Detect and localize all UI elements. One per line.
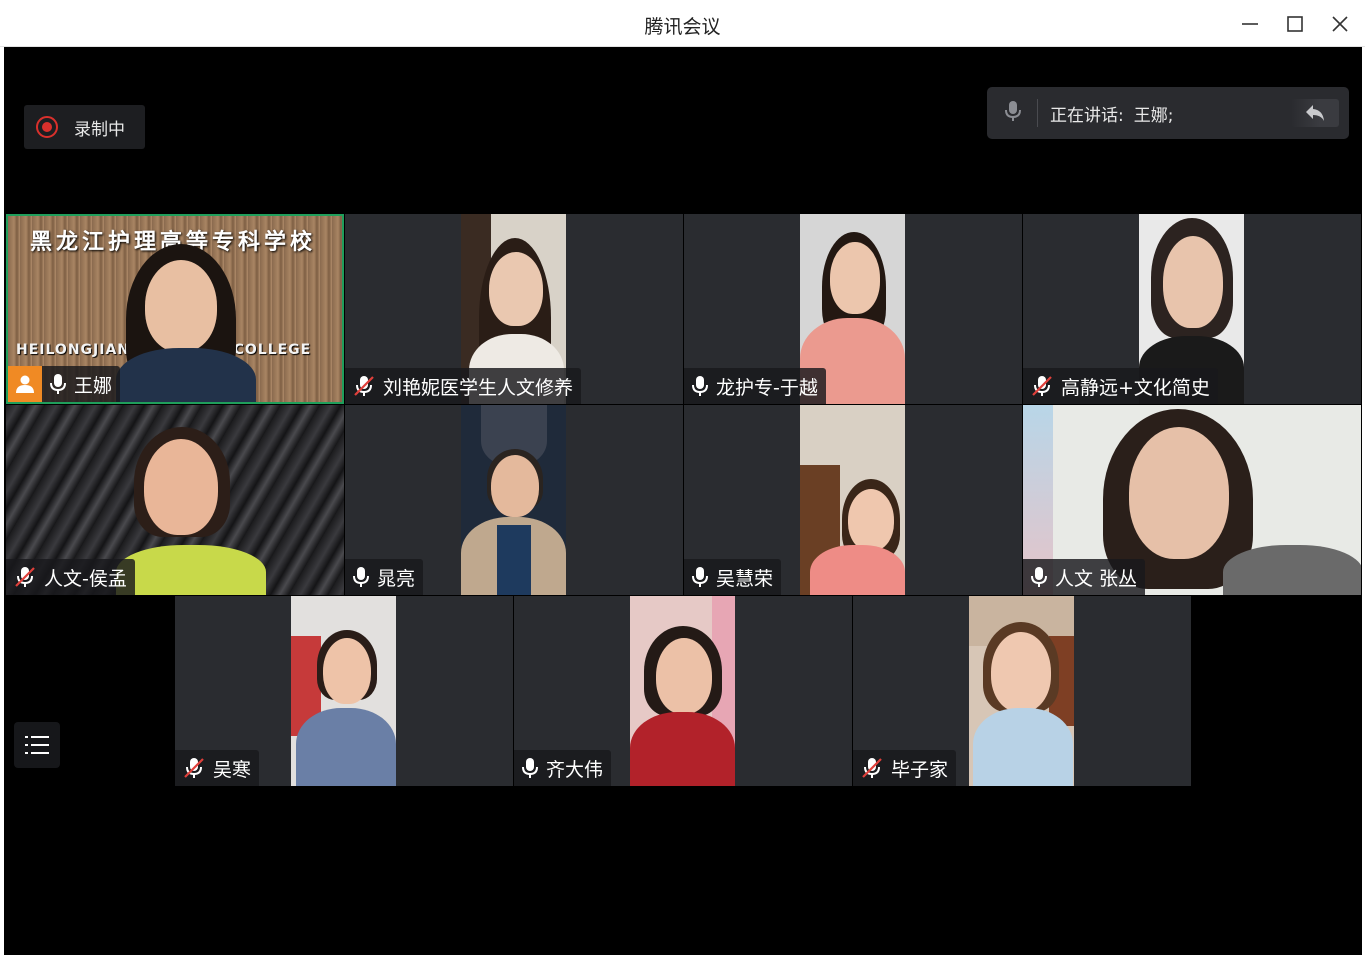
participant-name: 龙护专-于越 <box>716 376 818 399</box>
participant-name: 人文 张丛 <box>1055 567 1138 590</box>
participant-name: 王娜 <box>74 374 113 397</box>
participant-name: 吴寒 <box>213 758 252 781</box>
video-tile[interactable]: 晁亮 <box>345 405 683 595</box>
participant-video <box>800 405 905 595</box>
title-bar: 腾讯会议 <box>0 0 1365 47</box>
participant-list-button[interactable] <box>14 722 60 768</box>
video-tile[interactable]: 黑龙江护理高等专科学校 HEILONGJIANG NURSING COLLEGE… <box>6 214 344 404</box>
participant-name-tag: 齐大伟 <box>514 750 612 786</box>
recording-label: 录制中 <box>74 119 125 140</box>
return-button[interactable] <box>1291 99 1339 127</box>
maximize-icon <box>1287 16 1303 32</box>
participant-name: 吴慧荣 <box>716 567 774 590</box>
participant-name-tag: 龙护专-于越 <box>684 368 826 404</box>
recording-indicator[interactable]: 录制中 <box>24 105 145 149</box>
video-tile[interactable]: 人文-侯孟 <box>6 405 344 595</box>
speaking-text: 正在讲话: 王娜; <box>1050 101 1173 126</box>
close-button[interactable] <box>1325 10 1355 38</box>
video-tile[interactable]: 高静远+文化简史 <box>1023 214 1361 404</box>
speaking-names: 王娜; <box>1133 105 1174 126</box>
minimize-button[interactable] <box>1235 10 1265 38</box>
return-icon <box>1306 105 1324 121</box>
record-icon <box>36 116 58 138</box>
participant-name-tag: 毕子家 <box>853 750 957 786</box>
microphone-muted-icon <box>14 566 36 588</box>
participant-name-tag: 人文 张丛 <box>1023 559 1146 595</box>
meeting-stage: 录制中 正在讲话: 王娜; 黑龙江护理高等专科学校 HEILONGJIANG NU… <box>4 47 1362 955</box>
participant-name-tag: 人文-侯孟 <box>6 559 135 595</box>
microphone-icon <box>692 375 708 397</box>
close-icon <box>1332 16 1348 32</box>
microphone-muted-icon <box>183 757 205 779</box>
microphone-icon <box>353 566 369 588</box>
microphone-muted-icon <box>861 757 883 779</box>
microphone-icon <box>692 566 708 588</box>
video-tile[interactable]: 龙护专-于越 <box>684 214 1022 404</box>
participant-name-tag: 晁亮 <box>345 559 424 595</box>
video-tile[interactable]: 吴寒 <box>175 596 513 786</box>
participant-name: 齐大伟 <box>546 758 604 781</box>
participant-list-icon <box>25 736 49 754</box>
host-icon <box>8 366 42 402</box>
participant-video <box>291 596 396 786</box>
participant-name: 人文-侯孟 <box>44 567 127 590</box>
participant-name-tag: 刘艳妮医学生人文修养 <box>345 368 582 404</box>
video-tile[interactable]: 毕子家 <box>853 596 1191 786</box>
speaking-label: 正在讲话: <box>1050 105 1124 126</box>
speaking-indicator: 正在讲话: 王娜; <box>987 87 1349 139</box>
participant-name-tag: 高静远+文化简史 <box>1023 368 1218 404</box>
participant-video <box>630 596 735 786</box>
microphone-muted-icon <box>353 375 375 397</box>
participant-video <box>969 596 1074 786</box>
video-tile[interactable]: 吴慧荣 <box>684 405 1022 595</box>
video-tile[interactable]: 齐大伟 <box>514 596 852 786</box>
participant-name-tag: 吴慧荣 <box>684 559 782 595</box>
microphone-icon <box>1005 100 1021 126</box>
participant-video <box>461 405 566 595</box>
speaking-divider <box>1037 99 1038 127</box>
microphone-icon <box>522 757 538 779</box>
minimize-icon <box>1242 23 1258 25</box>
participant-name-tag: 吴寒 <box>175 750 260 786</box>
microphone-muted-icon <box>1031 375 1053 397</box>
participant-name: 毕子家 <box>891 758 949 781</box>
participant-name: 刘艳妮医学生人文修养 <box>383 376 574 399</box>
video-tile[interactable]: 刘艳妮医学生人文修养 <box>345 214 683 404</box>
microphone-icon <box>1031 566 1047 588</box>
video-tile[interactable]: 人文 张丛 <box>1023 405 1361 595</box>
window-title: 腾讯会议 <box>644 16 721 38</box>
participant-name: 高静远+文化简史 <box>1061 376 1210 399</box>
maximize-button[interactable] <box>1280 10 1310 38</box>
microphone-icon <box>50 373 66 395</box>
participant-name: 晁亮 <box>377 567 416 590</box>
participant-name-tag: 王娜 <box>8 366 121 402</box>
